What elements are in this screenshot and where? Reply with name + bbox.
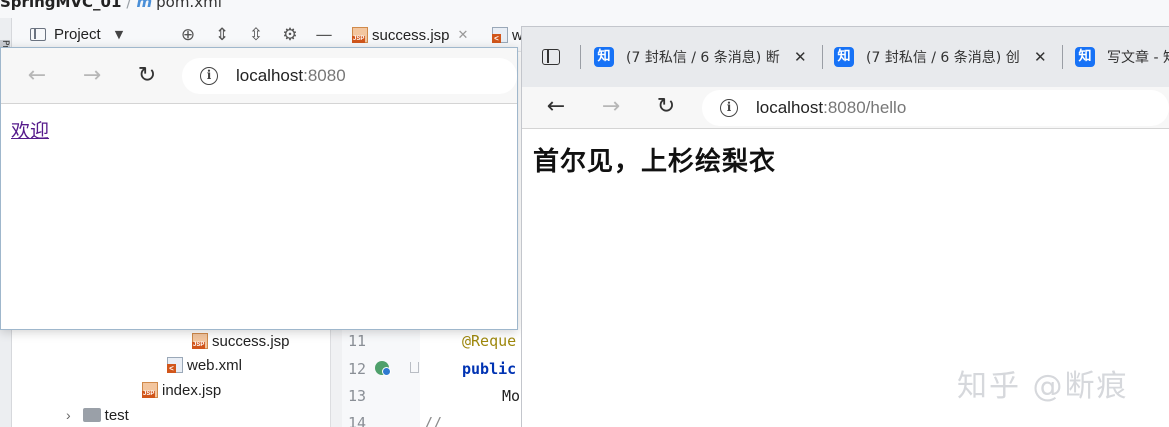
- project-panel-label[interactable]: Project: [54, 26, 101, 43]
- address-bar[interactable]: i localhost:8080: [182, 58, 517, 94]
- browser-window-left: ← → ↻ i localhost:8080 欢迎: [0, 47, 518, 330]
- folder-icon: [82, 408, 101, 422]
- jsp-file-icon: [352, 27, 368, 43]
- tree-item-web-xml[interactable]: web.xml: [167, 354, 242, 376]
- close-icon[interactable]: ✕: [794, 48, 807, 66]
- project-panel-icon: [30, 28, 46, 41]
- welcome-link[interactable]: 欢迎: [11, 116, 49, 143]
- editor-tab-label: success.jsp: [372, 26, 450, 44]
- browser-tab-title: 写文章 - 知: [1107, 50, 1169, 66]
- browser-tab-3[interactable]: 知 写文章 - 知: [1075, 41, 1169, 73]
- open-file-name: pom.xml: [156, 0, 222, 11]
- line-number: 11: [348, 332, 367, 350]
- close-icon[interactable]: ✕: [458, 27, 469, 43]
- gear-icon[interactable]: ⚙: [280, 25, 300, 45]
- forward-arrow-icon[interactable]: →: [597, 93, 625, 121]
- title-separator: /: [126, 0, 132, 11]
- reload-icon[interactable]: ↻: [652, 93, 680, 121]
- jsp-file-icon: [192, 333, 208, 349]
- close-icon[interactable]: ✕: [1034, 48, 1047, 66]
- code-line: @Reque: [462, 332, 517, 350]
- code-line: //: [424, 414, 443, 427]
- browser-tab-title: (7 封私信 / 6 条消息) 断: [626, 50, 780, 66]
- xml-file-icon: [167, 357, 183, 373]
- forward-arrow-icon[interactable]: →: [78, 62, 106, 90]
- browser-toolbar: ← → ↻ i localhost:8080: [1, 48, 517, 104]
- browser-window-right: 知 (7 封私信 / 6 条消息) 断 ✕ 知 (7 封私信 / 6 条消息) …: [521, 26, 1169, 427]
- tab-actions-icon[interactable]: [542, 49, 560, 65]
- info-icon[interactable]: i: [720, 99, 738, 117]
- code-line: public: [462, 360, 517, 378]
- browser-tab-1[interactable]: 知 (7 封私信 / 6 条消息) 断 ✕: [594, 41, 822, 73]
- chevron-down-icon[interactable]: ▼: [115, 28, 123, 41]
- tree-item-test-folder[interactable]: › test: [66, 404, 129, 426]
- tree-item-label: test: [104, 406, 129, 424]
- reload-icon[interactable]: ↻: [133, 62, 161, 90]
- maven-icon: m: [136, 0, 153, 11]
- locate-icon[interactable]: ⊕: [178, 25, 198, 45]
- address-port: :8080: [303, 66, 346, 85]
- tab-separator: [822, 45, 823, 69]
- tab-separator: [1062, 45, 1063, 69]
- address-host: localhost: [756, 98, 824, 117]
- xml-file-icon: [492, 27, 508, 43]
- back-arrow-icon[interactable]: ←: [542, 93, 570, 121]
- jsp-file-icon: [142, 382, 158, 398]
- address-host: localhost: [236, 66, 304, 85]
- expand-all-icon[interactable]: ⇕: [212, 25, 232, 45]
- browser-tab-2[interactable]: 知 (7 封私信 / 6 条消息) 创 ✕: [834, 41, 1062, 73]
- collapse-all-icon[interactable]: ⇳: [246, 25, 266, 45]
- info-icon[interactable]: i: [200, 67, 218, 85]
- tree-item-label: index.jsp: [162, 381, 222, 399]
- watermark: 知乎 @断痕: [957, 369, 1129, 404]
- tree-item-index-jsp[interactable]: index.jsp: [142, 379, 221, 401]
- browser-tab-title: (7 封私信 / 6 条消息) 创: [866, 50, 1020, 66]
- bookmark-icon: [410, 362, 419, 373]
- address-bar[interactable]: i localhost:8080/hello: [702, 90, 1169, 126]
- browser-toolbar: ← → ↻ i localhost:8080/hello: [522, 87, 1169, 129]
- tree-item-success-jsp[interactable]: success.jsp: [192, 330, 290, 352]
- page-heading: 首尔见，上杉绘梨衣: [533, 147, 777, 177]
- tree-item-label: web.xml: [187, 356, 243, 374]
- back-arrow-icon[interactable]: ←: [23, 62, 51, 90]
- line-number: 13: [348, 387, 367, 405]
- line-number: 12: [348, 360, 367, 378]
- spring-bean-icon[interactable]: [375, 361, 391, 376]
- tab-separator: [580, 45, 581, 69]
- address-path: :8080/hello: [823, 98, 907, 117]
- tree-item-label: success.jsp: [212, 332, 290, 350]
- browser-tab-strip: 知 (7 封私信 / 6 条消息) 断 ✕ 知 (7 封私信 / 6 条消息) …: [522, 27, 1169, 87]
- ide-title-bar: SpringMVC_01 / m pom.xml: [0, 0, 222, 11]
- line-number: 14: [348, 414, 367, 427]
- project-name: SpringMVC_01: [0, 0, 122, 11]
- minimize-icon[interactable]: —: [314, 25, 334, 45]
- zhihu-favicon-icon: 知: [834, 47, 854, 67]
- chevron-right-icon[interactable]: ›: [66, 407, 71, 423]
- zhihu-favicon-icon: 知: [594, 47, 614, 67]
- code-line: Mo: [502, 387, 521, 405]
- zhihu-favicon-icon: 知: [1075, 47, 1095, 67]
